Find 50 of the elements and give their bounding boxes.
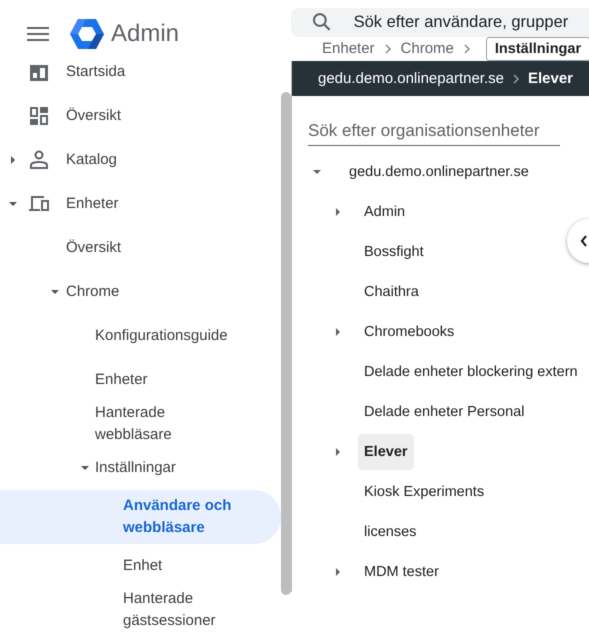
- nav-item[interactable]: Startsida: [0, 50, 281, 94]
- caret-right-icon[interactable]: [333, 447, 343, 457]
- org-unit-item[interactable]: Delade enheter blockering extern: [358, 354, 584, 390]
- app-title: Admin: [111, 20, 180, 48]
- nav-item[interactable]: Enhet: [0, 544, 281, 588]
- org-unit-item[interactable]: Delade enheter Personal: [358, 394, 530, 430]
- nav-item[interactable]: Översikt: [0, 226, 281, 270]
- caret-right-icon[interactable]: [333, 567, 343, 577]
- chevron-right-icon: [462, 44, 471, 54]
- dashboard-icon: [28, 105, 50, 127]
- menu-icon[interactable]: [27, 26, 49, 42]
- org-unit-item[interactable]: Chromebooks: [358, 314, 460, 350]
- breadcrumb-link[interactable]: Enheter: [322, 40, 375, 58]
- nav-item[interactable]: Hanterade gästsessioner: [0, 588, 281, 632]
- org-unit-item[interactable]: gedu.demo.onlinepartner.se: [343, 154, 535, 190]
- chevron-left-icon: [580, 235, 588, 247]
- hexagon-logo-icon: [70, 19, 104, 49]
- caret-down-icon[interactable]: [50, 287, 60, 297]
- org-unit-item[interactable]: Admin: [358, 194, 412, 230]
- breadcrumb-link[interactable]: Chrome: [400, 40, 454, 58]
- nav-item[interactable]: Hanterade webbläsare: [0, 402, 281, 446]
- current-org-unit: Elever: [528, 70, 574, 87]
- nav-item[interactable]: Inställningar: [0, 446, 281, 490]
- caret-down-icon[interactable]: [80, 463, 90, 473]
- nav-item[interactable]: Chrome: [0, 270, 281, 314]
- nav-item[interactable]: Enheter: [0, 358, 281, 402]
- chevron-right-icon: [512, 74, 520, 84]
- search-field[interactable]: Sök efter användare, grupper: [291, 8, 589, 37]
- nav-item[interactable]: Enheter: [0, 182, 281, 226]
- caret-down-icon[interactable]: [8, 199, 18, 209]
- org-unit-item[interactable]: licenses: [358, 514, 422, 550]
- nav-item[interactable]: Översikt: [0, 94, 281, 138]
- caret-down-icon[interactable]: [312, 167, 322, 177]
- org-unit-item[interactable]: Chaithra: [358, 274, 425, 310]
- caret-right-icon[interactable]: [333, 207, 343, 217]
- caret-right-icon[interactable]: [8, 155, 18, 165]
- nav-item[interactable]: Katalog: [0, 138, 281, 182]
- nav-item[interactable]: Användare och webbläsare: [0, 490, 281, 544]
- org-unit-item[interactable]: Kiosk Experiments: [358, 474, 490, 510]
- org-unit-item[interactable]: Bossfight: [358, 234, 430, 270]
- org-path-link[interactable]: gedu.demo.onlinepartner.se: [318, 70, 504, 87]
- person-icon: [28, 149, 50, 171]
- breadcrumb-button[interactable]: Inställningar: [486, 36, 589, 61]
- scrollbar[interactable]: [281, 92, 291, 595]
- caret-right-icon[interactable]: [333, 327, 343, 337]
- org-unit-item[interactable]: MDM tester: [358, 554, 445, 590]
- org-unit-item[interactable]: Elever: [358, 434, 414, 470]
- chevron-right-icon: [384, 44, 392, 54]
- nav-item[interactable]: Konfigurationsguide: [0, 314, 281, 358]
- search-icon: [312, 12, 332, 32]
